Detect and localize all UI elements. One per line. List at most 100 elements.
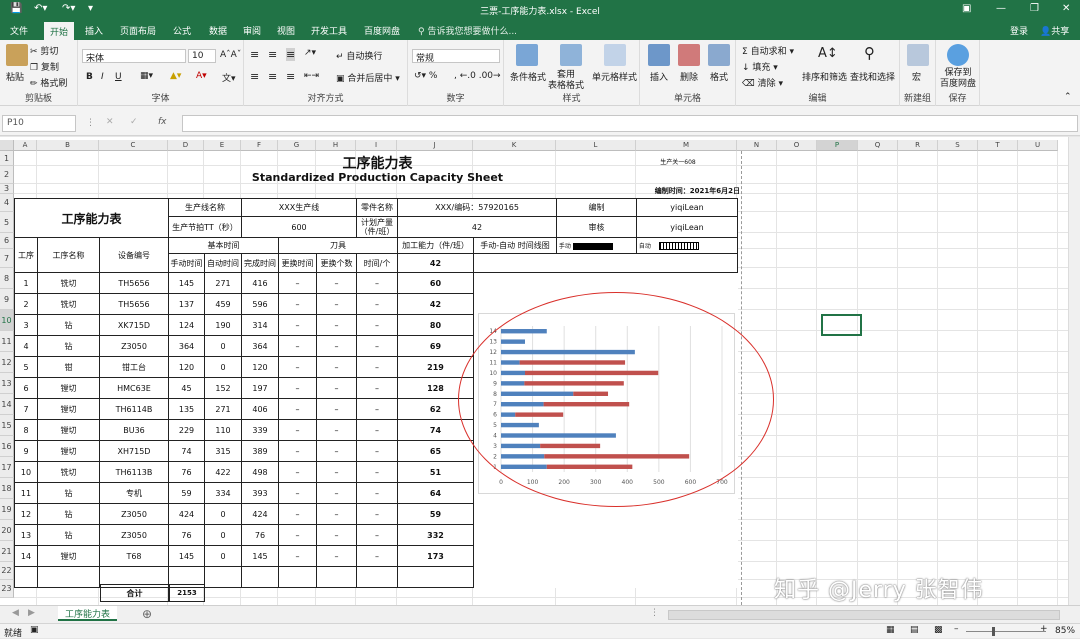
tab-formulas[interactable]: 公式: [173, 24, 191, 37]
find-select-button[interactable]: 查找和选择: [850, 70, 895, 83]
column-header[interactable]: A: [14, 140, 37, 151]
sheet-tab-active[interactable]: 工序能力表: [58, 606, 118, 621]
tab-page-layout[interactable]: 页面布局: [120, 24, 156, 37]
paste-button[interactable]: 粘贴: [6, 70, 24, 83]
font-grow-icon[interactable]: AˆAˇ: [220, 50, 241, 60]
row-header[interactable]: 18: [0, 478, 14, 499]
delete-cells-button[interactable]: 删除: [680, 70, 698, 83]
column-header[interactable]: H: [316, 140, 356, 151]
format-painter-button[interactable]: ✏ 格式刷: [30, 76, 67, 89]
scroll-tabs-right-icon[interactable]: ▶: [28, 608, 35, 618]
column-header[interactable]: J: [397, 140, 473, 151]
clear-button[interactable]: ⌫ 清除 ▾: [742, 76, 783, 89]
page-break-view-icon[interactable]: ▩: [934, 625, 943, 635]
row-header[interactable]: 16: [0, 436, 14, 457]
paste-icon[interactable]: [6, 44, 28, 66]
merge-center-button[interactable]: ▣ 合并后居中 ▾: [336, 71, 400, 84]
column-header[interactable]: F: [241, 140, 278, 151]
share-button[interactable]: 👤共享: [1040, 24, 1069, 37]
cut-button[interactable]: ✂ 剪切: [30, 44, 58, 57]
row-header[interactable]: 4: [0, 194, 14, 212]
underline-button[interactable]: U: [115, 72, 122, 82]
font-color-icon[interactable]: A▾: [196, 71, 207, 81]
format-cells-icon[interactable]: [708, 44, 730, 66]
tab-review[interactable]: 审阅: [243, 24, 261, 37]
row-header[interactable]: 14: [0, 394, 14, 415]
row-header[interactable]: 23: [0, 580, 14, 598]
conditional-format-icon[interactable]: [516, 44, 538, 66]
bold-button[interactable]: B: [86, 72, 93, 82]
zoom-slider[interactable]: [966, 631, 1046, 632]
row-header[interactable]: 17: [0, 457, 14, 478]
comma-icon[interactable]: , ←.0 .00→: [454, 71, 501, 81]
name-box[interactable]: P10: [2, 115, 76, 132]
column-header[interactable]: I: [356, 140, 397, 151]
currency-icon[interactable]: ↺▾ %: [414, 71, 437, 81]
row-header[interactable]: 3: [0, 184, 14, 194]
column-header[interactable]: N: [737, 140, 777, 151]
align-bottom-icon[interactable]: ≡: [286, 48, 296, 61]
tab-data[interactable]: 数据: [209, 24, 227, 37]
indent-icon[interactable]: ⇤⇥: [304, 71, 319, 81]
column-header[interactable]: M: [636, 140, 737, 151]
row-header[interactable]: 9: [0, 289, 14, 310]
scroll-tabs-left-icon[interactable]: ◀: [12, 608, 19, 618]
column-header[interactable]: R: [898, 140, 938, 151]
row-header[interactable]: 1: [0, 151, 14, 166]
cell-styles-button[interactable]: 单元格样式: [592, 70, 637, 83]
tab-split-handle[interactable]: ⋮: [650, 608, 659, 618]
sort-filter-icon[interactable]: A↕: [818, 46, 838, 61]
tell-me-search[interactable]: ⚲ 告诉我您想要做什么...: [418, 24, 517, 37]
macro-icon[interactable]: [907, 44, 929, 66]
align-right-icon[interactable]: ≡: [286, 70, 295, 83]
tab-baidu[interactable]: 百度网盘: [364, 24, 400, 37]
column-header[interactable]: K: [473, 140, 556, 151]
column-header[interactable]: Q: [858, 140, 898, 151]
macro-record-icon[interactable]: ▣: [30, 625, 39, 635]
tab-insert[interactable]: 插入: [85, 24, 103, 37]
row-header[interactable]: 21: [0, 541, 14, 562]
row-header[interactable]: 22: [0, 562, 14, 580]
select-all-corner[interactable]: [0, 140, 14, 151]
align-top-icon[interactable]: ≡: [250, 48, 259, 61]
vertical-scrollbar[interactable]: [1068, 137, 1080, 605]
italic-button[interactable]: I: [101, 72, 104, 82]
add-sheet-icon[interactable]: ⊕: [142, 607, 152, 621]
delete-cells-icon[interactable]: [678, 44, 700, 66]
number-format-select[interactable]: 常规: [412, 49, 500, 64]
login-link[interactable]: 登录: [1010, 24, 1028, 37]
ribbon-display-icon[interactable]: ▣: [962, 3, 971, 14]
zoom-in-icon[interactable]: +: [1040, 624, 1048, 634]
format-as-table-button[interactable]: 套用 表格格式: [548, 70, 584, 92]
column-header[interactable]: P: [817, 140, 858, 151]
minimize-icon[interactable]: —: [996, 3, 1006, 14]
row-header[interactable]: 5: [0, 212, 14, 233]
fill-button[interactable]: ↓ 填充 ▾: [742, 60, 778, 73]
close-icon[interactable]: ✕: [1062, 3, 1070, 14]
wrap-text-button[interactable]: ↵ 自动换行: [336, 49, 382, 62]
selected-cell-p10[interactable]: [821, 314, 862, 336]
column-header[interactable]: D: [168, 140, 204, 151]
align-middle-icon[interactable]: ≡: [268, 48, 277, 61]
column-header[interactable]: T: [978, 140, 1018, 151]
baidu-cloud-icon[interactable]: [947, 44, 969, 66]
tab-file[interactable]: 文件: [10, 24, 28, 37]
tab-developer[interactable]: 开发工具: [311, 24, 347, 37]
column-header[interactable]: O: [777, 140, 817, 151]
row-header[interactable]: 2: [0, 166, 14, 184]
sort-filter-button[interactable]: 排序和筛选: [802, 70, 847, 83]
macro-button[interactable]: 宏: [912, 70, 921, 83]
find-select-icon[interactable]: ⚲: [864, 44, 875, 62]
tab-view[interactable]: 视图: [277, 24, 295, 37]
row-header[interactable]: 19: [0, 499, 14, 520]
save-baidu-button[interactable]: 保存到 百度网盘: [940, 68, 976, 90]
row-header[interactable]: 7: [0, 249, 14, 268]
row-header[interactable]: 8: [0, 268, 14, 289]
column-header[interactable]: L: [556, 140, 636, 151]
zoom-out-icon[interactable]: –: [954, 624, 959, 634]
page-layout-view-icon[interactable]: ▤: [910, 625, 919, 635]
tab-home[interactable]: 开始: [44, 22, 75, 40]
font-name-select[interactable]: 宋体: [82, 49, 186, 64]
normal-view-icon[interactable]: ▦: [886, 625, 895, 635]
phonetic-icon[interactable]: 文▾: [222, 71, 236, 84]
